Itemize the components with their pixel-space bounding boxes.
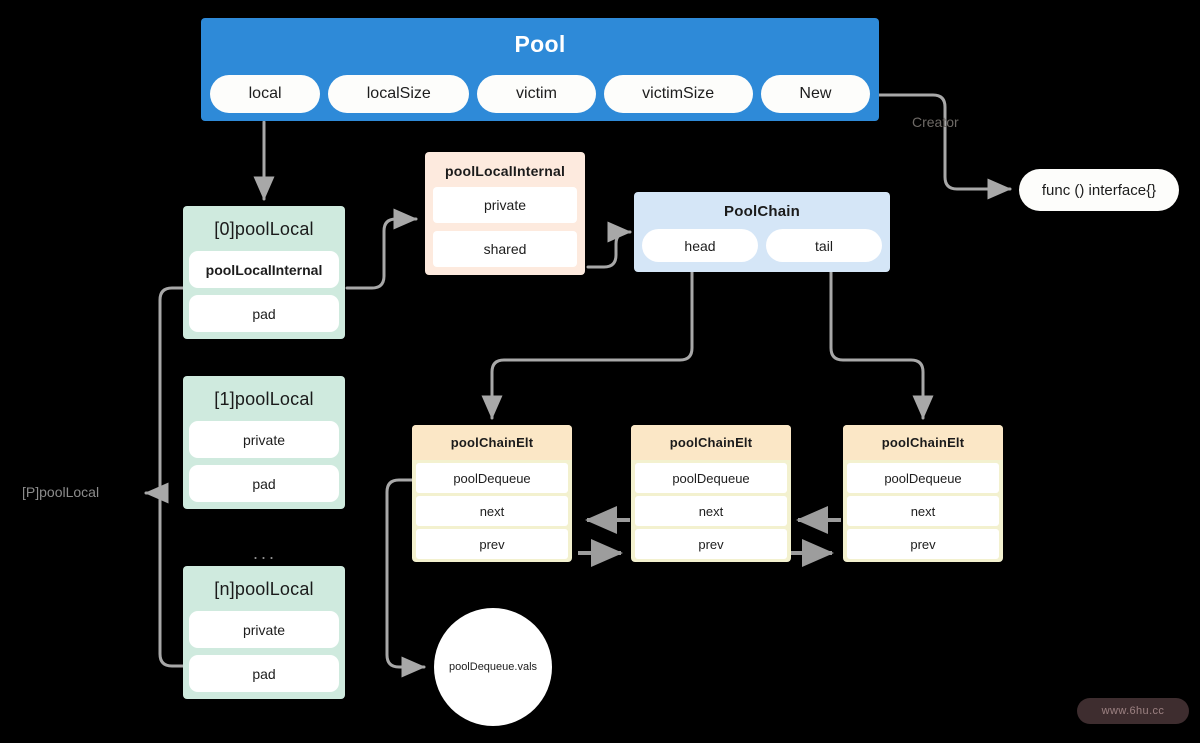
pool-local-0-header: [0]poolLocal	[214, 219, 314, 239]
pool-chain-elt-3-header: poolChainElt	[843, 425, 1003, 460]
pool-field-new[interactable]: New	[760, 75, 871, 113]
pool-local-internal-row-private[interactable]: private	[433, 187, 577, 223]
diagram-canvas: Pool local localSize victim victimSize N…	[0, 0, 1200, 743]
pool-local-n-row-pad[interactable]: pad	[189, 655, 339, 692]
pool-fields: local localSize victim victimSize New	[210, 75, 871, 113]
pool-local-0-row-pad[interactable]: pad	[189, 295, 339, 332]
pool-local-1-row-private[interactable]: private	[189, 421, 339, 458]
pool-chain-elt-3: poolChainElt poolDequeue next prev	[843, 425, 1003, 562]
pool-chain-elt-2-row-next[interactable]: next	[635, 496, 787, 526]
pool-local-internal-header: poolLocalInternal	[444, 163, 566, 179]
pool-chain-elt-2-header: poolChainElt	[631, 425, 791, 460]
pool-chain-elt-3-row-prev[interactable]: prev	[847, 529, 999, 559]
pool-field-local[interactable]: local	[210, 75, 321, 113]
creator-func-node[interactable]: func () interface{}	[1019, 169, 1179, 211]
pool-local-0-row-poollocalinternal[interactable]: poolLocalInternal	[189, 251, 339, 288]
pool-local-1-header: [1]poolLocal	[214, 389, 314, 409]
pool-struct: Pool local localSize victim victimSize N…	[202, 19, 878, 120]
pool-local-n-row-private[interactable]: private	[189, 611, 339, 648]
pool-chain-elt-3-row-pooldequeue[interactable]: poolDequeue	[847, 463, 999, 493]
pool-local-n-header: [n]poolLocal	[214, 579, 314, 599]
pool-local-ellipsis: ...	[253, 543, 278, 563]
pool-chain-elt-1-row-prev[interactable]: prev	[416, 529, 568, 559]
pool-chain-elt-2-row-prev[interactable]: prev	[635, 529, 787, 559]
pool-local-1: [1]poolLocal private pad	[183, 376, 345, 509]
pool-chain-struct: PoolChain head tail	[634, 192, 890, 272]
pool-local-n: [n]poolLocal private pad	[183, 566, 345, 699]
pool-chain-elt-1-row-pooldequeue[interactable]: poolDequeue	[416, 463, 568, 493]
pool-field-victimsize[interactable]: victimSize	[603, 75, 753, 113]
pool-chain-header: PoolChain	[724, 203, 800, 220]
pool-chain-elt-3-row-next[interactable]: next	[847, 496, 999, 526]
pool-chain-elt-2: poolChainElt poolDequeue next prev	[631, 425, 791, 562]
pool-title: Pool	[514, 31, 566, 57]
pool-local-internal-row-shared[interactable]: shared	[433, 231, 577, 267]
pool-chain-elt-1-header: poolChainElt	[412, 425, 572, 460]
pool-chain-elt-2-row-pooldequeue[interactable]: poolDequeue	[635, 463, 787, 493]
pool-chain-field-head[interactable]: head	[642, 229, 758, 262]
pool-local-1-row-pad[interactable]: pad	[189, 465, 339, 502]
creator-label: Creator	[912, 114, 959, 130]
pool-field-localsize[interactable]: localSize	[328, 75, 470, 113]
pool-chain-elt-1-row-next[interactable]: next	[416, 496, 568, 526]
pool-local-internal-struct: poolLocalInternal private shared	[425, 152, 585, 275]
pool-local-array-label: [P]poolLocal	[22, 484, 100, 500]
pool-chain-field-tail[interactable]: tail	[766, 229, 882, 262]
pool-local-0: [0]poolLocal poolLocalInternal pad	[183, 206, 345, 339]
pool-chain-elt-1: poolChainElt poolDequeue next prev	[412, 425, 572, 562]
pool-field-victim[interactable]: victim	[477, 75, 596, 113]
pool-chain-fields: head tail	[634, 229, 890, 262]
watermark: www.6hu.cc	[1077, 698, 1189, 724]
pool-dequeue-vals-node[interactable]: poolDequeue.vals	[434, 608, 552, 726]
